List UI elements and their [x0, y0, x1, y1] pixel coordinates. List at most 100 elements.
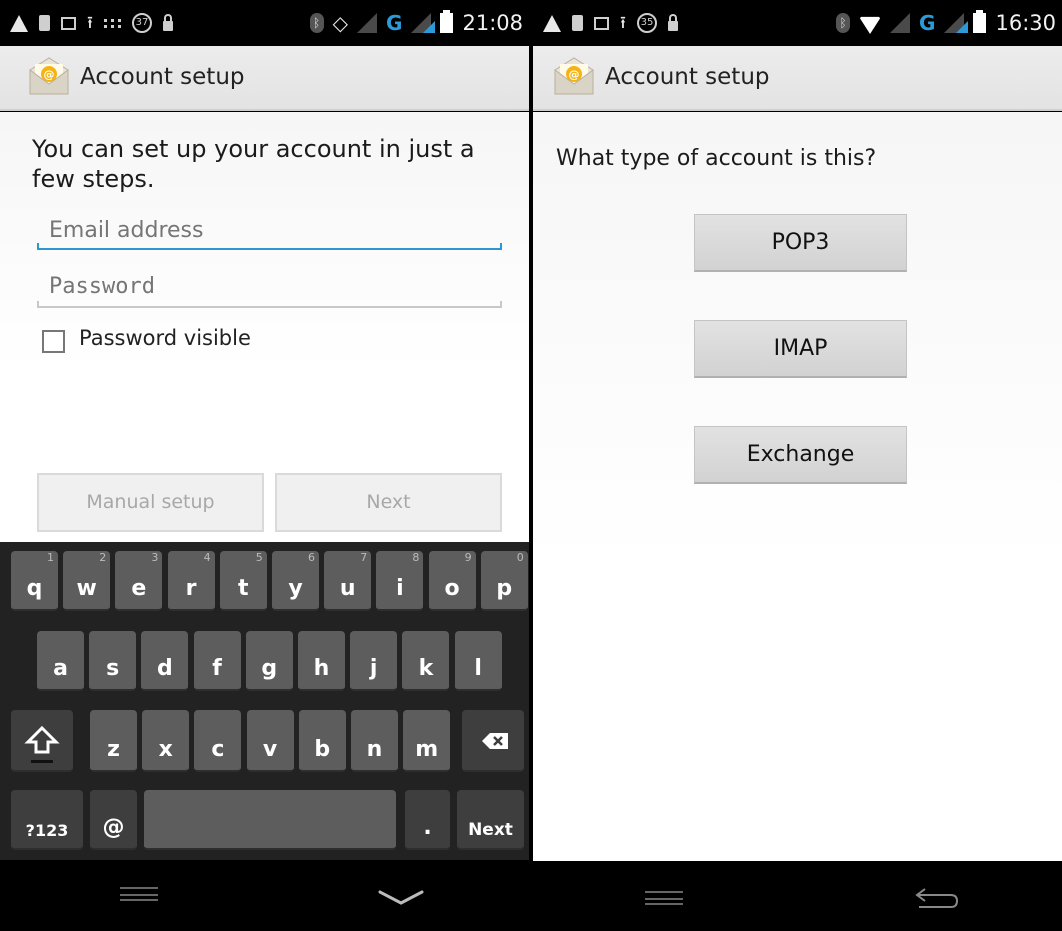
key-number-hint: 8 — [412, 551, 420, 564]
key-s[interactable]: s — [89, 631, 137, 691]
battery-icon — [973, 10, 987, 33]
rotate-icon: ◇ — [332, 11, 349, 35]
exchange-button[interactable]: Exchange — [694, 426, 907, 484]
key-label: x — [158, 737, 173, 762]
key-h[interactable]: h — [298, 631, 345, 691]
key-e[interactable]: 3e — [115, 551, 163, 611]
sd-card-icon — [39, 15, 50, 31]
key-label: @ — [102, 815, 125, 840]
menu-icon[interactable] — [645, 891, 683, 905]
shift-key[interactable] — [11, 710, 73, 772]
key-number-hint: 1 — [47, 551, 54, 564]
status-time: 16:30 — [995, 11, 1056, 35]
key-label: k — [418, 656, 434, 681]
image-icon — [61, 16, 76, 30]
bluetooth-icon: ᛒ — [309, 13, 324, 33]
key-label: u — [339, 576, 356, 601]
key-label: f — [212, 656, 222, 681]
key-t[interactable]: 5t — [219, 551, 267, 611]
key-q[interactable]: 1q — [11, 551, 58, 611]
lock-icon — [667, 14, 678, 31]
key-label: s — [106, 656, 120, 681]
key-j[interactable]: j — [350, 631, 398, 691]
wifi-icon — [859, 16, 882, 34]
page-title: Account setup — [80, 64, 245, 90]
key-i[interactable]: 8i — [376, 551, 424, 611]
space-key[interactable] — [144, 790, 396, 850]
upload-icon: ⭱ — [87, 13, 93, 33]
key-g[interactable]: g — [245, 631, 293, 691]
back-icon[interactable] — [913, 885, 959, 911]
key-label: Next — [468, 820, 513, 840]
hide-keyboard-icon[interactable] — [378, 889, 424, 907]
key-label: l — [474, 656, 482, 681]
key-number-hint: 4 — [203, 551, 211, 564]
key-l[interactable]: l — [454, 631, 502, 691]
soft-keyboard: 1 q 2 w 3 e 4 r 5 t 6 y 7 u 8 i 9 o 0 p a s d f g h j k l z x c v b n m ?123… — [0, 542, 529, 860]
menu-icon[interactable] — [120, 887, 158, 901]
pop3-button[interactable]: POP3 — [694, 214, 907, 272]
email-field[interactable] — [37, 212, 502, 248]
period-key[interactable]: . — [405, 790, 450, 850]
key-label: n — [366, 737, 383, 762]
imap-button[interactable]: IMAP — [694, 320, 907, 378]
key-z[interactable]: z — [90, 710, 137, 772]
key-p[interactable]: 0p — [480, 551, 528, 611]
image-icon — [594, 16, 609, 30]
key-label: j — [369, 656, 378, 681]
key-w[interactable]: 2w — [63, 551, 111, 611]
status-time: 21:08 — [462, 11, 523, 35]
key-number-hint: 2 — [99, 551, 107, 564]
key-label: m — [415, 737, 439, 762]
key-label: a — [53, 656, 68, 681]
key-k[interactable]: k — [402, 631, 450, 691]
key-x[interactable]: x — [142, 710, 190, 772]
email-app-icon: @ — [554, 57, 594, 95]
password-visible-checkbox[interactable] — [42, 330, 65, 353]
key-m[interactable]: m — [403, 710, 451, 772]
key-label: z — [107, 737, 120, 762]
key-o[interactable]: 9o — [428, 551, 476, 611]
key-y[interactable]: 6y — [272, 551, 319, 611]
next-button[interactable]: Next — [275, 473, 502, 532]
upload-icon: ⭱ — [620, 13, 626, 33]
symbols-key[interactable]: ?123 — [11, 790, 83, 850]
password-field[interactable] — [37, 268, 502, 304]
key-a[interactable]: a — [37, 631, 84, 691]
key-f[interactable]: f — [193, 631, 241, 691]
signal-strong-icon — [411, 13, 436, 33]
key-d[interactable]: d — [141, 631, 189, 691]
key-u[interactable]: 7u — [324, 551, 372, 611]
next-action-key[interactable]: Next — [457, 790, 524, 850]
key-number-hint: 9 — [464, 551, 472, 564]
backspace-icon — [482, 733, 508, 749]
warning-icon — [10, 14, 28, 32]
key-label: h — [313, 656, 330, 681]
key-c[interactable]: c — [194, 710, 242, 772]
key-label: p — [496, 576, 513, 601]
key-n[interactable]: n — [351, 710, 398, 772]
network-g-icon: G — [386, 11, 403, 35]
backspace-key[interactable] — [462, 710, 524, 772]
email-app-icon: @ — [29, 57, 69, 95]
key-label: e — [131, 576, 147, 601]
key-label: r — [185, 576, 197, 601]
svg-text:@: @ — [44, 68, 55, 81]
battery-icon — [440, 10, 454, 33]
manual-setup-button[interactable]: Manual setup — [37, 473, 264, 532]
key-number-hint: 3 — [151, 551, 159, 564]
action-bar: @ Account setup — [533, 46, 1062, 111]
setup-prompt: You can set up your account in just a fe… — [32, 135, 475, 193]
key-b[interactable]: b — [298, 710, 346, 772]
key-r[interactable]: 4r — [167, 551, 215, 611]
left-screen: ⭱ 3 7 ᛒ ◇ G 21:08 @ Account setup You can… — [0, 0, 529, 931]
keyboard-icon — [103, 18, 121, 28]
navigation-bar — [0, 861, 529, 931]
key-label: o — [444, 576, 460, 601]
key-label: t — [238, 576, 249, 601]
at-key[interactable]: @ — [90, 790, 137, 850]
key-number-hint: 7 — [360, 551, 368, 564]
key-v[interactable]: v — [246, 710, 294, 772]
signal-strong-icon — [944, 13, 969, 33]
password-field-underline — [37, 301, 502, 308]
